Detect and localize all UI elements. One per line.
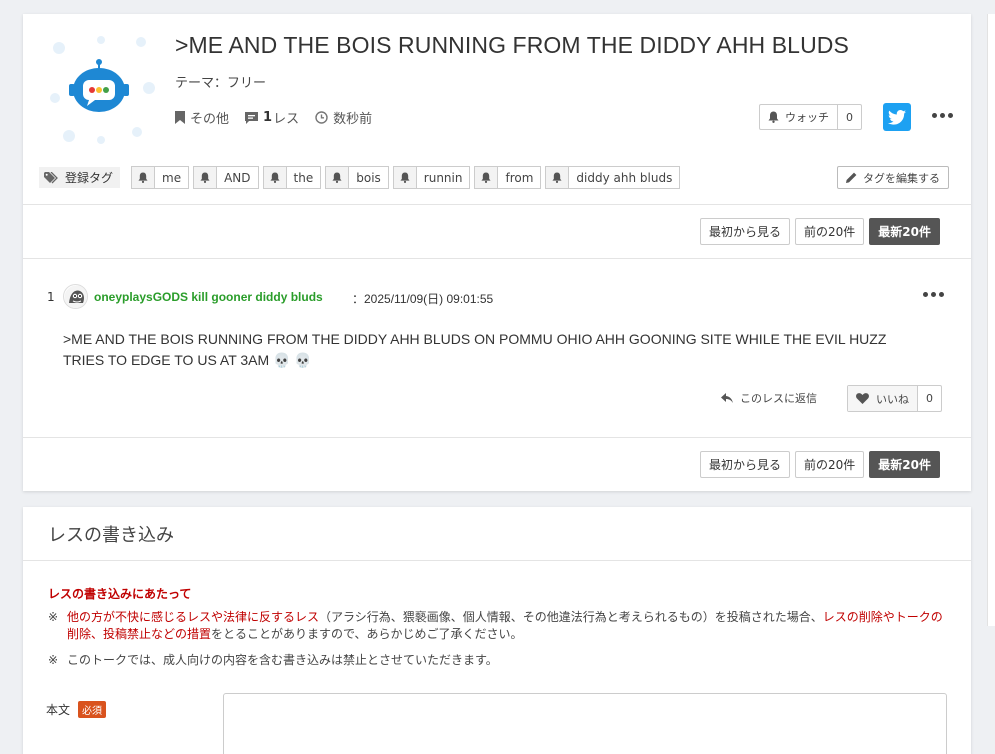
- topic-meta: その他 1 レス 数秒前: [175, 108, 388, 127]
- pager-prev-button[interactable]: 前の20件: [795, 451, 865, 478]
- post-more-menu[interactable]: [923, 292, 944, 297]
- watch-label: ウォッチ: [785, 111, 829, 124]
- pencil-icon: [846, 172, 857, 183]
- tag-item[interactable]: me: [131, 166, 190, 189]
- tag-list: 登録タグ me AND the bois runnin from diddy a…: [39, 166, 684, 189]
- res-count: 1 レス: [245, 108, 299, 127]
- category-label: その他: [190, 112, 230, 127]
- notice-text: 他の方が不快に感じるレスや法律に反するレス（アラシ行為、猥褻画像、個人情報、その…: [67, 609, 947, 643]
- divider: [23, 437, 971, 438]
- like-count: 0: [926, 392, 933, 405]
- watch-button[interactable]: ウォッチ 0: [759, 104, 862, 130]
- reply-icon: [721, 392, 733, 403]
- notice-mark: ※: [48, 653, 59, 667]
- pager-latest-button[interactable]: 最新20件: [869, 218, 940, 245]
- comment-icon: [245, 111, 259, 124]
- post-body: >ME AND THE BOIS RUNNING FROM THE DIDDY …: [63, 329, 923, 371]
- bell-icon[interactable]: [194, 167, 218, 188]
- tag-label[interactable]: bois: [349, 167, 388, 188]
- avatar[interactable]: [63, 284, 88, 309]
- pager-bottom: 最初から見る 前の20件 最新20件: [700, 451, 940, 478]
- notice-red-text: 他の方が不快に感じるレスや法律に反するレス: [67, 610, 320, 624]
- notice-text: このトークでは、成人向けの内容を含む書き込みは禁止とさせていただきます。: [67, 653, 498, 667]
- tag-item[interactable]: runnin: [392, 166, 471, 189]
- pager-top: 最初から見る 前の20件 最新20件: [700, 218, 940, 245]
- post-body-line: TRIES TO EDGE TO US AT 3AM 💀 💀: [63, 352, 312, 368]
- notice-item: ※ このトークでは、成人向けの内容を含む書き込みは禁止とさせていただきます。: [48, 652, 947, 669]
- bell-icon[interactable]: [326, 167, 350, 188]
- tag-item[interactable]: the: [262, 166, 322, 189]
- notice-mark: ※: [48, 610, 59, 624]
- tag-label[interactable]: the: [287, 167, 321, 188]
- time-label: 数秒前: [333, 112, 373, 127]
- form-title: レスの書き込み: [48, 525, 174, 546]
- watch-label-wrap: ウォッチ: [760, 105, 838, 129]
- topic-more-menu[interactable]: [932, 113, 953, 118]
- tag-item[interactable]: bois: [325, 166, 389, 189]
- tag-item[interactable]: diddy ahh bluds: [545, 166, 681, 189]
- res-count-number: 1: [263, 110, 273, 125]
- tag-item[interactable]: AND: [193, 166, 259, 189]
- post-body-line: >ME AND THE BOIS RUNNING FROM THE DIDDY …: [63, 331, 887, 347]
- tags-label-text: 登録タグ: [65, 171, 114, 185]
- bell-icon[interactable]: [546, 167, 570, 188]
- pager-latest-button[interactable]: 最新20件: [869, 451, 940, 478]
- reply-button[interactable]: このレスに返信: [721, 390, 817, 406]
- res-count-suffix: レス: [273, 112, 300, 127]
- pager-prev-button[interactable]: 前の20件: [795, 218, 865, 245]
- topic-time: 数秒前: [315, 108, 372, 127]
- post-username[interactable]: oneyplaysGODS kill gooner diddy bluds: [94, 290, 323, 304]
- tag-label[interactable]: from: [498, 167, 540, 188]
- notice-text-mid: （アラシ行為、猥褻画像、個人情報、その他違法行為と考えられるもの）を投稿された場…: [319, 610, 823, 624]
- tag-label[interactable]: me: [155, 167, 188, 188]
- right-sidebar-edge: [987, 14, 995, 626]
- edit-tags-button[interactable]: タグを編集する: [837, 166, 949, 189]
- divider: [23, 258, 971, 259]
- tag-item[interactable]: from: [474, 166, 542, 189]
- topic-card: >ME AND THE BOIS RUNNING FROM THE DIDDY …: [23, 14, 971, 491]
- heart-icon: [856, 393, 869, 404]
- topic-title: >ME AND THE BOIS RUNNING FROM THE DIDDY …: [175, 32, 849, 58]
- divider: [23, 204, 971, 205]
- notice-item: ※ 他の方が不快に感じるレスや法律に反するレス（アラシ行為、猥褻画像、個人情報、…: [48, 609, 947, 643]
- tag-icon: [44, 171, 58, 183]
- post-number: 1: [47, 290, 55, 304]
- divider: [23, 560, 971, 561]
- pager-first-button[interactable]: 最初から見る: [700, 451, 791, 478]
- bell-icon[interactable]: [475, 167, 499, 188]
- pager-first-button[interactable]: 最初から見る: [700, 218, 791, 245]
- registered-tags-label: 登録タグ: [39, 167, 121, 188]
- bell-icon: [768, 111, 779, 123]
- clock-icon: [315, 111, 328, 124]
- body-field-label: 本文 必須: [46, 701, 107, 718]
- notice-title: レスの書き込みにあたって: [48, 587, 192, 601]
- notice-text-end: をとることがありますので、あらかじめご了承ください。: [211, 627, 523, 641]
- twitter-share-button[interactable]: [883, 103, 911, 131]
- tag-label[interactable]: runnin: [417, 167, 470, 188]
- topic-thumbnail: [41, 28, 161, 148]
- reply-label: このレスに返信: [740, 392, 817, 405]
- bell-icon[interactable]: [132, 167, 156, 188]
- twitter-icon: [888, 109, 906, 125]
- like-label: いいね: [876, 392, 909, 406]
- tag-label[interactable]: AND: [217, 167, 257, 188]
- like-button[interactable]: いいね 0: [847, 385, 942, 412]
- category-link[interactable]: その他: [175, 108, 229, 127]
- like-label-wrap: いいね: [848, 386, 918, 411]
- required-badge: 必須: [78, 701, 107, 718]
- body-label: 本文: [46, 703, 71, 717]
- reply-form-card: レスの書き込み レスの書き込みにあたって ※ 他の方が不快に感じるレスや法律に反…: [23, 507, 971, 754]
- edit-tags-label: タグを編集する: [863, 171, 940, 185]
- post-date: ：2025/11/09(日) 09:01:55: [352, 292, 494, 306]
- bookmark-icon: [175, 111, 185, 124]
- bell-icon[interactable]: [263, 167, 287, 188]
- watch-count: 0: [846, 110, 853, 124]
- tag-label[interactable]: diddy ahh bluds: [569, 167, 679, 188]
- body-textarea[interactable]: [223, 693, 947, 754]
- bell-icon[interactable]: [393, 167, 417, 188]
- topic-theme: テーマ：フリー: [175, 76, 267, 91]
